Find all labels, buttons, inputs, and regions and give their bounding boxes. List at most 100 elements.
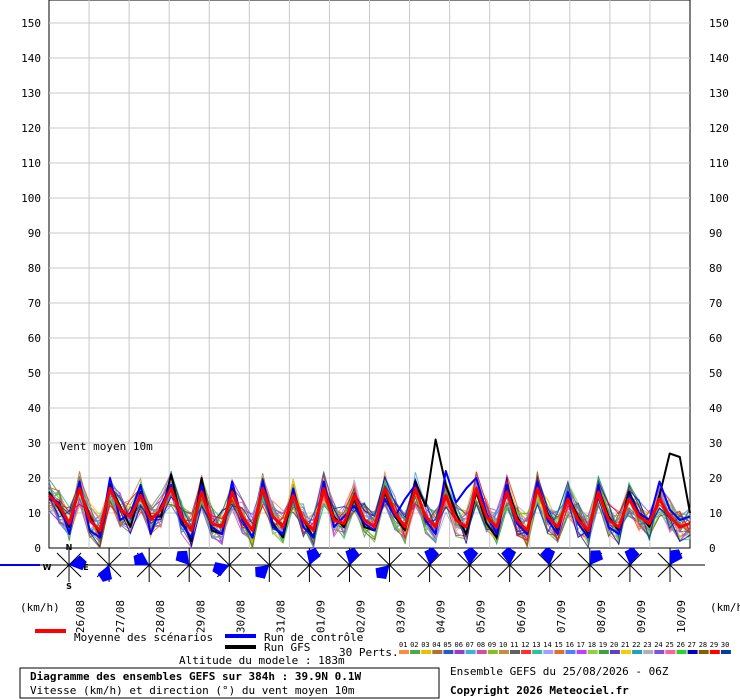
pert-number: 10 — [499, 641, 507, 649]
compass-w: W — [43, 563, 52, 572]
y-tick-label-left: 140 — [21, 52, 41, 65]
y-tick-label-right: 70 — [709, 297, 722, 310]
pert-number: 28 — [699, 641, 707, 649]
compass-e: E — [83, 563, 88, 572]
pert-number: 18 — [588, 641, 596, 649]
x-tick-label: 07/09 — [555, 600, 568, 633]
pert-swatch — [565, 650, 576, 654]
y-tick-label-right: 10 — [709, 507, 722, 520]
y-tick-label-left: 10 — [28, 507, 41, 520]
pert-swatch — [410, 650, 421, 654]
x-tick-label: 08/09 — [595, 600, 608, 633]
legend-gfs-label: Run GFS — [264, 641, 310, 654]
wind-rose — [132, 547, 167, 583]
y-tick-label-left: 70 — [28, 297, 41, 310]
wind-rose — [372, 547, 407, 583]
pert-number: 24 — [654, 641, 662, 649]
pert-swatch — [609, 650, 620, 654]
unit-right: (km/h) — [710, 601, 740, 614]
pert-swatch — [432, 650, 443, 654]
pert-number: 15 — [554, 641, 562, 649]
run-info: Ensemble GEFS du 25/08/2026 - 06Z — [450, 665, 669, 678]
pert-swatch — [543, 650, 554, 654]
wind-rose — [212, 547, 247, 583]
pert-number: 19 — [599, 641, 607, 649]
pert-number: 25 — [665, 641, 673, 649]
footer-subtitle: Vitesse (km/h) et direction (°) du vent … — [30, 684, 355, 697]
legend-control-swatch — [225, 634, 256, 638]
wind-rose — [572, 547, 607, 583]
pert-number: 01 — [399, 641, 407, 649]
x-tick-label: 06/09 — [515, 600, 528, 633]
x-tick-label: 02/09 — [355, 600, 368, 633]
legend-mean-label: Moyenne des scénarios — [74, 631, 213, 644]
y-tick-label-right: 20 — [709, 472, 722, 485]
unit-left: (km/h) — [20, 601, 60, 614]
compass-n: N — [66, 543, 73, 552]
annotation-label: Vent moyen 10m — [60, 440, 153, 453]
pert-number: 20 — [610, 641, 618, 649]
x-tick-label: 26/08 — [74, 600, 87, 633]
pert-number: 11 — [510, 641, 518, 649]
y-tick-label-left: 80 — [28, 262, 41, 275]
x-tick-label: 31/08 — [274, 600, 287, 633]
x-tick-label: 05/09 — [475, 600, 488, 633]
x-tick-label: 03/09 — [395, 600, 408, 633]
copyright: Copyright 2026 Meteociel.fr — [450, 684, 629, 697]
pert-swatch — [632, 650, 643, 654]
y-tick-label-left: 40 — [28, 402, 41, 415]
pert-swatch — [665, 650, 676, 654]
y-tick-label-right: 140 — [709, 52, 729, 65]
pert-number: 23 — [643, 641, 651, 649]
pert-swatch — [443, 650, 454, 654]
pert-number: 04 — [432, 641, 440, 649]
y-tick-label-left: 30 — [28, 437, 41, 450]
pert-swatch — [698, 650, 709, 654]
y-tick-label-left: 90 — [28, 227, 41, 240]
footer-title: Diagramme des ensembles GEFS sur 384h : … — [30, 670, 362, 683]
pert-swatch — [510, 650, 520, 654]
y-tick-label-right: 60 — [709, 332, 722, 345]
pert-swatch — [709, 650, 720, 654]
y-tick-label-right: 130 — [709, 87, 729, 100]
x-tick-label: 30/08 — [234, 600, 247, 633]
pert-swatch — [399, 650, 409, 654]
perts-label: 30 Perts. — [339, 646, 399, 659]
pert-swatch — [654, 650, 665, 654]
pert-swatch — [576, 650, 587, 654]
pert-number: 29 — [710, 641, 718, 649]
pert-swatch — [621, 650, 631, 654]
pert-number: 06 — [455, 641, 463, 649]
wind-rose — [653, 547, 687, 583]
pert-number: 12 — [521, 641, 529, 649]
y-tick-label-left: 100 — [21, 192, 41, 205]
pert-swatch — [487, 650, 498, 654]
y-tick-label-right: 80 — [709, 262, 722, 275]
y-tick-label-left: 50 — [28, 367, 41, 380]
y-tick-label-right: 40 — [709, 402, 722, 415]
y-tick-label-right: 0 — [709, 542, 716, 555]
y-tick-label-left: 130 — [21, 87, 41, 100]
x-tick-label: 04/09 — [435, 600, 448, 633]
pert-number: 08 — [477, 641, 485, 649]
pert-number: 07 — [466, 641, 474, 649]
y-tick-label-left: 0 — [34, 542, 41, 555]
pert-swatch — [498, 650, 509, 654]
pert-number: 21 — [621, 641, 629, 649]
pert-swatch — [687, 650, 698, 654]
pert-number: 26 — [677, 641, 685, 649]
pert-number: 05 — [443, 641, 451, 649]
pert-swatch — [676, 650, 687, 654]
ensemble-chart: 0 010 1020 2030 3040 4050 5060 6070 7080 8090 9010… — [0, 0, 740, 700]
pert-swatch — [476, 650, 487, 654]
pert-number: 17 — [577, 641, 585, 649]
wind-rose — [252, 547, 287, 583]
pert-number: 09 — [488, 641, 496, 649]
pert-number: 14 — [543, 641, 551, 649]
pert-swatch — [587, 650, 598, 654]
y-tick-label-left: 20 — [28, 472, 41, 485]
y-tick-label-left: 60 — [28, 332, 41, 345]
pert-swatch — [598, 650, 609, 654]
pert-swatch — [720, 650, 731, 654]
altitude-label: Altitude du modele : 183m — [179, 654, 345, 667]
